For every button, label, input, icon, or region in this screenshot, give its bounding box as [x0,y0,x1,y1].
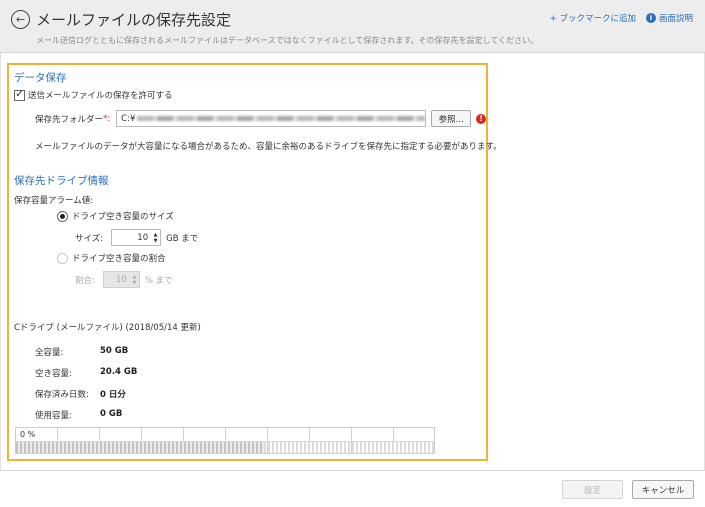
ratio-option-radio[interactable] [57,252,68,264]
settings-panel: データ保存 ✓ 送信メールファイルの保存を許可する 保存先フォルダー *: C:… [7,63,502,461]
ratio-option-label: ドライブ空き容量の割合 [72,254,166,264]
header-links: + ブックマークに追加 i 画面説明 [550,12,693,24]
drive-caption-row: Cドライブ (メールファイル) (2018/05/14 更新) [14,321,201,333]
error-icon: ! [476,113,487,124]
storage-note-text: メールファイルのデータが大容量になる場合があるため、容量に余裕のあるドライブを保… [35,142,502,152]
size-label: サイズ: [75,233,104,244]
folder-path-input[interactable]: C:¥ [116,110,427,127]
folder-row: 保存先フォルダー *: C:¥ 参照... ! [35,110,487,127]
ratio-unit: % まで [144,275,173,286]
alarm-label-row: 保存容量アラーム値: [14,194,93,206]
usage-bar: 0 % [15,427,435,454]
size-option-label: ドライブ空き容量のサイズ [72,212,174,222]
ratio-option-row: ドライブ空き容量の割合 [57,252,166,264]
ratio-stepper[interactable]: 10 ▲ ▼ [102,271,140,288]
stat-total-label: 全容量: [35,348,64,358]
usage-bar-label: 0 % [20,430,36,439]
stat-free-value: 20.4 GB [100,367,138,377]
stat-used-label: 使用容量: [35,411,72,421]
stat-days-value: 0 日分 [100,390,126,400]
stat-used-value: 0 GB [100,409,123,419]
spinner-arrows-icon[interactable]: ▲ ▼ [151,232,160,244]
drive-info-section-title: 保存先ドライブ情報 [14,175,109,187]
alarm-label: 保存容量アラーム値: [14,196,94,206]
folder-path-redacted [137,116,426,121]
allow-save-label: 送信メールファイルの保存を許可する [28,91,173,101]
help-link[interactable]: i 画面説明 [645,12,693,24]
back-arrow-icon[interactable]: ← [11,10,30,29]
ratio-input-row: 割合: 10 ▲ ▼ % まで [75,271,173,288]
browse-button[interactable]: 参照... [431,110,472,127]
size-input-row: サイズ: 10 ▲ ▼ GB まで [75,229,198,246]
ratio-value: 10 [116,274,127,285]
size-unit: GB まで [166,233,199,244]
apply-button[interactable]: 設定 [562,480,623,499]
allow-save-row: ✓ 送信メールファイルの保存を許可する [14,89,173,101]
size-value: 10 [137,232,149,243]
allow-save-checkbox[interactable]: ✓ [14,89,25,101]
usage-bar-used-area [16,441,264,453]
stat-total-value: 50 GB [100,346,129,356]
storage-note: メールファイルのデータが大容量になる場合があるため、容量に余裕のあるドライブを保… [35,140,502,152]
cancel-button[interactable]: キャンセル [632,480,694,499]
drive-caption: Cドライブ (メールファイル) (2018/05/14 更新) [14,323,201,333]
stat-free-label: 空き容量: [35,369,72,379]
page-title: メールファイルの保存先設定 [36,11,232,29]
page-description: メール送信ログとともに保存されるメールファイルはデータベースではなくファイルとし… [36,36,539,45]
data-save-section-title: データ保存 [14,72,67,84]
required-mark: *: [103,113,111,124]
footer-bar: 設定 キャンセル [0,470,705,507]
size-option-row: ドライブ空き容量のサイズ [57,210,174,222]
stat-days-label: 保存済み日数: [35,390,89,400]
ratio-label: 割合: [75,275,95,286]
folder-label: 保存先フォルダー [35,114,104,125]
add-bookmark-link[interactable]: + ブックマークに追加 [550,12,636,24]
info-icon: i [645,13,656,23]
left-divider [0,53,1,507]
size-option-radio[interactable] [57,210,68,222]
spinner-arrows-icon[interactable]: ▲ ▼ [130,274,139,286]
page-header: ← メールファイルの保存先設定 メール送信ログとともに保存されるメールファイルは… [0,0,705,53]
folder-path-value: C:¥ [121,113,136,124]
size-stepper[interactable]: 10 ▲ ▼ [111,229,162,246]
radio-selected-dot [60,213,65,219]
help-link-label: 画面説明 [658,14,693,24]
